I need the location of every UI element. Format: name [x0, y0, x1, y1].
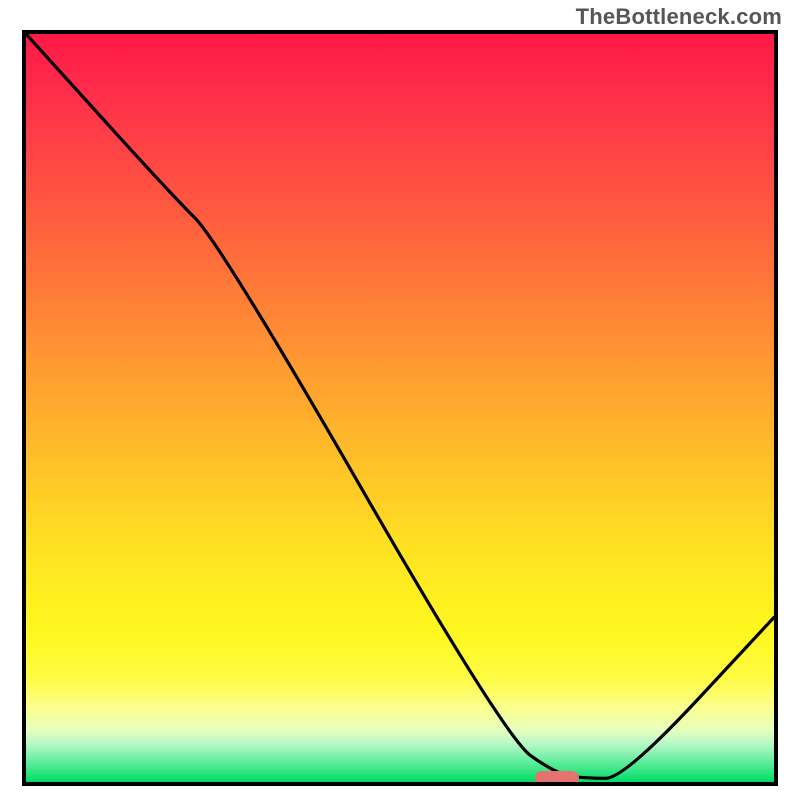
optimal-marker: [535, 771, 579, 785]
line-curve: [26, 34, 774, 782]
chart-frame: [22, 30, 778, 786]
watermark-text: TheBottleneck.com: [576, 4, 782, 30]
chart-container: TheBottleneck.com: [0, 0, 800, 800]
